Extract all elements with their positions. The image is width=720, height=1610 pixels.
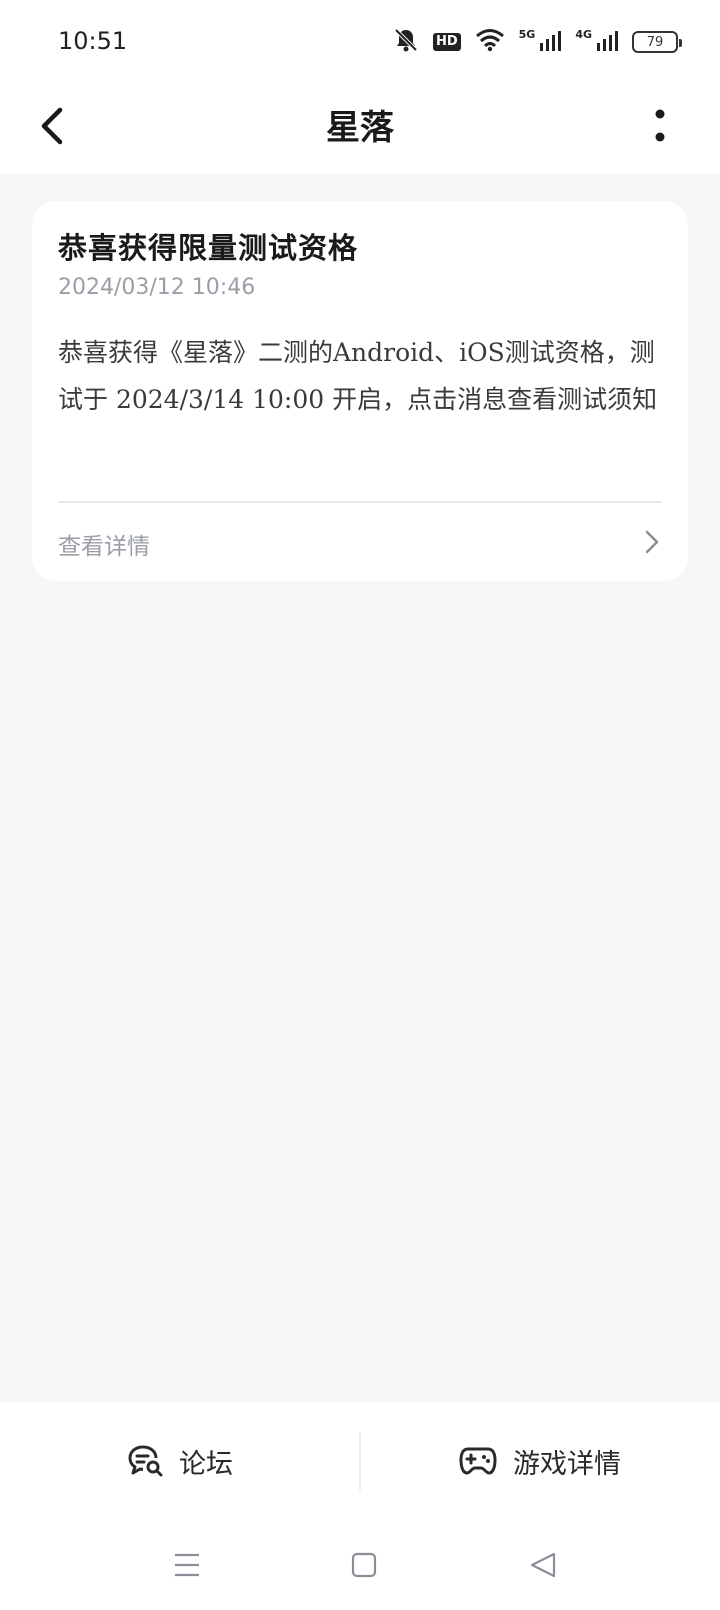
more-vertical-icon — [655, 109, 665, 142]
forum-chat-icon — [128, 1445, 163, 1477]
chevron-right-icon — [645, 530, 659, 554]
game-details-tab[interactable]: 游戏详情 — [360, 1402, 720, 1520]
gamepad-icon — [459, 1447, 497, 1475]
message-body: 恭喜获得《星落》二测的Android、iOS测试资格，测试于 2024/3/14… — [58, 338, 658, 414]
game-details-tab-label: 游戏详情 — [513, 1448, 621, 1480]
signal-4g-icon — [596, 29, 618, 55]
message-timestamp: 2024/03/12 10:46 — [58, 275, 256, 300]
bottom-action-bar: 论坛 游戏详情 — [0, 1402, 720, 1520]
page-title: 星落 — [326, 108, 394, 148]
hd-voice-icon: HD — [432, 33, 461, 51]
status-time: 10:51 — [58, 27, 128, 55]
signal-5g-icon — [539, 29, 562, 55]
back-triangle-icon — [530, 1552, 556, 1578]
wifi-icon — [475, 28, 505, 56]
more-options-button[interactable] — [640, 98, 680, 154]
mute-bell-icon — [393, 27, 419, 57]
forum-tab-label: 论坛 — [179, 1448, 233, 1480]
status-icons: HD 5G 4G 79 — [393, 26, 682, 58]
network-4g-label: 4G — [575, 28, 592, 41]
menu-icon — [175, 1553, 199, 1577]
home-square-icon — [351, 1552, 377, 1578]
status-bar: 10:51 HD 5G 4G 79 — [0, 0, 720, 82]
system-back-button[interactable] — [513, 1540, 573, 1590]
message-title: 恭喜获得限量测试资格 — [58, 231, 359, 265]
app-header: 星落 — [0, 82, 720, 174]
battery-icon: 79 — [632, 31, 682, 53]
system-nav-bar — [0, 1520, 720, 1610]
home-button[interactable] — [334, 1540, 394, 1590]
recent-apps-button[interactable] — [157, 1540, 217, 1590]
message-card[interactable]: 恭喜获得限量测试资格 2024/03/12 10:46 恭喜获得《星落》二测的A… — [32, 201, 688, 581]
view-details-link[interactable]: 查看详情 — [32, 503, 688, 581]
forum-tab[interactable]: 论坛 — [0, 1402, 360, 1520]
network-5g-label: 5G — [518, 28, 536, 41]
view-details-label: 查看详情 — [58, 534, 150, 560]
